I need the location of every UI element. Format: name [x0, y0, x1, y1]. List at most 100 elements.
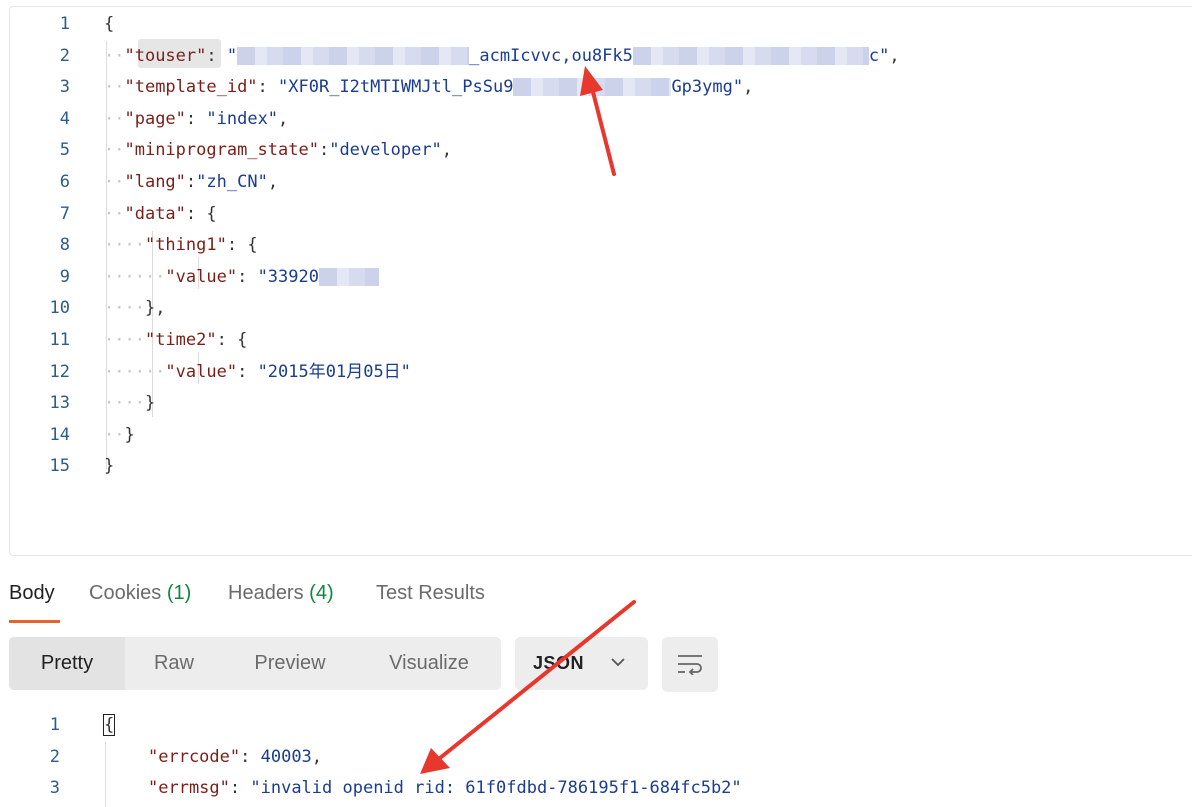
- request-line: 8 ····"thing1": {: [10, 230, 1192, 262]
- response-body-viewer[interactable]: 1{2 "errcode": 40003, 3 "errmsg": "invalid …: [0, 710, 1192, 807]
- request-line: 3 ··"template_id": "XF0R_I2tMTIWMJtl_PsSu…: [10, 72, 1192, 104]
- json-punct: ,: [889, 45, 900, 66]
- request-line: 15}: [10, 451, 1192, 483]
- line-number: 8: [59, 235, 70, 256]
- code-text: ····},: [104, 293, 165, 325]
- code-text: }: [104, 451, 114, 483]
- json-value: "XF0R_I2tMTIWMJtl_PsSu9: [278, 77, 514, 98]
- json-value: "33920: [257, 266, 319, 287]
- json-punct: ,: [743, 77, 754, 98]
- request-line: 7 ··"data": {: [10, 199, 1192, 231]
- line-number: 9: [59, 266, 70, 287]
- json-punct: : {: [226, 235, 258, 256]
- json-key: "lang": [124, 172, 186, 192]
- json-punct: :: [318, 140, 330, 161]
- tab-test-results-label: Test Results: [376, 582, 485, 604]
- json-punct: :: [185, 108, 207, 129]
- whitespace-marker: ····: [104, 235, 145, 256]
- tab-test-results[interactable]: Test Results: [376, 582, 485, 605]
- code-text: ····}: [104, 388, 155, 420]
- json-key: "data": [124, 203, 186, 224]
- line-number: 10: [49, 298, 70, 319]
- code-text: ··"page": "index",: [104, 104, 288, 136]
- tab-headers[interactable]: Headers (4): [228, 582, 334, 605]
- json-value: 40003: [260, 746, 312, 767]
- request-line: 10 ····},: [10, 293, 1192, 325]
- line-number: 1: [49, 715, 60, 735]
- code-text: ····"time2": {: [104, 325, 247, 357]
- whitespace-marker: ··: [104, 140, 125, 161]
- whitespace-marker: ··: [104, 424, 125, 445]
- whitespace-marker: ··: [104, 172, 125, 192]
- json-key: "thing1": [144, 235, 227, 256]
- request-line: 13 ····}: [10, 388, 1192, 420]
- request-line: 2 ··"touser": " _acmIcvvc,ou8Fk5 c",: [10, 41, 1192, 73]
- json-value: "developer": [329, 140, 442, 161]
- response-line: 2 "errcode": 40003,: [0, 742, 1192, 774]
- line-number: 3: [49, 778, 60, 798]
- whitespace-marker: ····: [104, 393, 145, 414]
- json-punct: : {: [216, 330, 248, 350]
- code-text: ··"template_id": "XF0R_I2tMTIWMJtl_PsSu9…: [104, 72, 753, 104]
- json-value: "invalid openid rid: 61f0fdbd-786195f1-6…: [250, 778, 742, 798]
- json-key: "errcode": [148, 746, 241, 767]
- view-raw-button[interactable]: Raw: [125, 637, 223, 690]
- whitespace-marker: ··: [104, 77, 125, 98]
- code-text: {: [102, 710, 116, 742]
- request-line: 6 ··"lang":"zh_CN",: [10, 167, 1192, 199]
- code-text: ··"lang":"zh_CN",: [104, 167, 278, 199]
- request-body-editor[interactable]: 1 {2 ··"touser": " _acmIcvvc,ou8Fk5 c", 3 ··"t…: [9, 6, 1192, 556]
- whitespace-marker: ··: [104, 108, 125, 129]
- json-punct: :: [185, 172, 197, 192]
- whitespace-marker: ··: [104, 203, 125, 224]
- view-preview-button[interactable]: Preview: [223, 637, 357, 690]
- tab-body[interactable]: Body: [9, 582, 55, 605]
- tab-body-label: Body: [9, 582, 55, 604]
- response-tabs: Body Cookies (1) Headers (4) Test Result…: [0, 570, 1192, 626]
- line-number: 13: [49, 393, 70, 414]
- line-number: 15: [49, 456, 70, 477]
- json-key: "errmsg": [148, 778, 230, 798]
- json-punct: }: [104, 456, 115, 477]
- whitespace-marker: ····: [104, 298, 145, 319]
- code-text: "errcode": 40003,: [148, 742, 322, 774]
- line-number: 2: [49, 746, 60, 767]
- format-select[interactable]: JSON: [515, 637, 648, 690]
- request-line: 4 ··"page": "index",: [10, 104, 1192, 136]
- line-number: 6: [59, 172, 70, 192]
- tab-cookies[interactable]: Cookies (1): [89, 582, 191, 605]
- view-pretty-button[interactable]: Pretty: [9, 637, 125, 690]
- request-line: 5 ··"miniprogram_state":"developer",: [10, 135, 1192, 167]
- json-punct: }: [124, 424, 135, 445]
- line-number: 2: [59, 45, 70, 66]
- json-key: "template_id": [124, 77, 258, 98]
- tab-cookies-label: Cookies: [89, 582, 162, 604]
- word-wrap-button[interactable]: [662, 637, 718, 692]
- line-number: 7: [59, 203, 70, 224]
- json-punct: ,: [441, 140, 453, 161]
- tab-headers-label: Headers: [228, 582, 304, 604]
- json-punct: : {: [185, 203, 217, 224]
- code-text: ······"value": "33920: [104, 262, 379, 294]
- json-value: "2015年01月05日": [257, 361, 411, 382]
- code-text: ····"thing1": {: [104, 230, 258, 262]
- line-number: 1: [59, 14, 70, 34]
- whitespace-marker: ··: [104, 45, 125, 66]
- redacted-text: [318, 267, 379, 286]
- json-key: "page": [124, 108, 186, 129]
- code-text: ··"touser": " _acmIcvvc,ou8Fk5 c",: [104, 41, 900, 73]
- json-value: _acmIcvvc,ou8Fk5: [469, 45, 633, 66]
- json-punct: {: [104, 14, 115, 34]
- line-number: 4: [59, 108, 70, 129]
- line-number: 5: [59, 140, 70, 161]
- code-text: ··"miniprogram_state":"developer",: [104, 135, 452, 167]
- format-select-value: JSON: [533, 653, 585, 673]
- redacted-text: [513, 78, 672, 97]
- view-visualize-button[interactable]: Visualize: [357, 637, 501, 690]
- json-punct: {: [102, 714, 116, 736]
- code-text: ··}: [104, 420, 135, 452]
- tab-headers-count: (4): [309, 582, 334, 604]
- active-tab-indicator: [9, 620, 60, 623]
- tab-cookies-count: (1): [166, 582, 192, 604]
- response-line: 3 "errmsg": "invalid openid rid: 61f0fdbd…: [0, 773, 1192, 805]
